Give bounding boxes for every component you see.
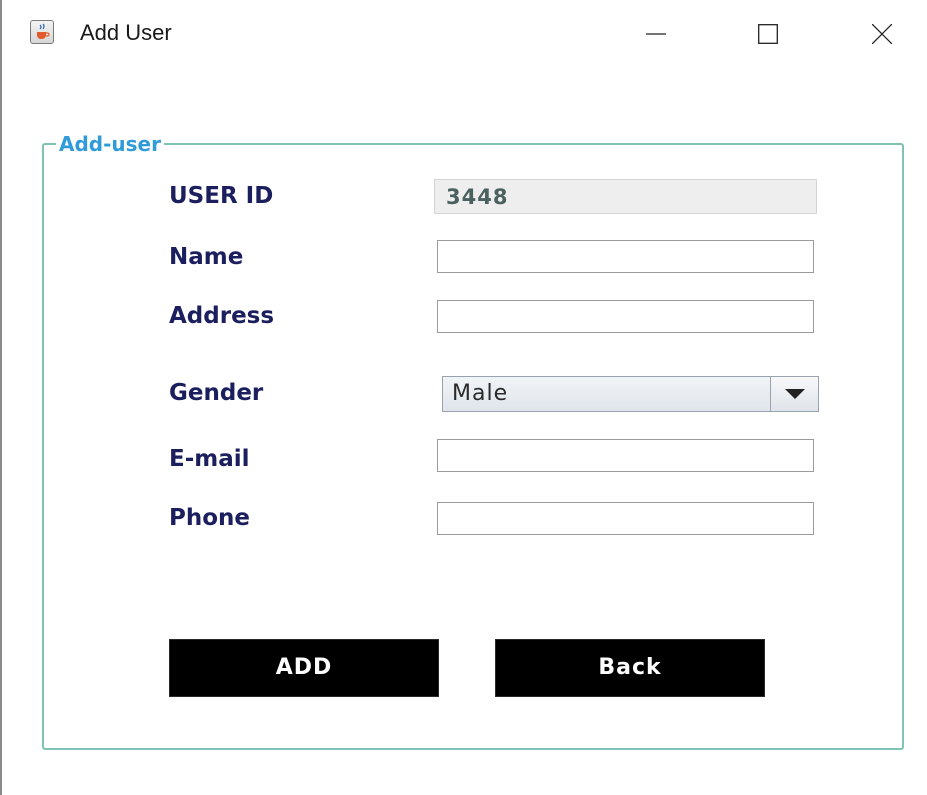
phone-label: Phone	[169, 505, 251, 531]
address-input[interactable]	[437, 300, 814, 333]
maximize-icon	[758, 24, 778, 44]
gender-dropdown-button[interactable]	[770, 377, 818, 411]
gender-label: Gender	[169, 380, 264, 406]
close-button[interactable]	[854, 12, 910, 56]
back-button[interactable]: Back	[495, 639, 765, 697]
name-label: Name	[169, 244, 244, 270]
phone-input[interactable]	[437, 502, 814, 535]
add-user-window: Add User Add-user USER ID 3448 Name Addr…	[0, 0, 927, 795]
title-bar[interactable]: Add User	[2, 0, 927, 70]
email-input[interactable]	[437, 439, 814, 472]
name-input[interactable]	[437, 240, 814, 273]
java-coffee-icon[interactable]	[30, 20, 54, 44]
user-id-label: USER ID	[169, 183, 274, 209]
gender-select[interactable]: Male	[442, 376, 819, 412]
gender-selected-value: Male	[452, 381, 509, 406]
minimize-icon	[646, 33, 666, 35]
email-label: E-mail	[169, 446, 250, 472]
minimize-button[interactable]	[628, 12, 684, 56]
window-title: Add User	[80, 20, 172, 45]
chevron-down-icon	[785, 389, 805, 399]
add-button[interactable]: ADD	[169, 639, 439, 697]
maximize-button[interactable]	[740, 12, 796, 56]
address-label: Address	[169, 303, 275, 329]
user-id-field: 3448	[434, 179, 817, 214]
close-icon	[872, 24, 892, 44]
group-title: Add-user	[56, 132, 164, 156]
